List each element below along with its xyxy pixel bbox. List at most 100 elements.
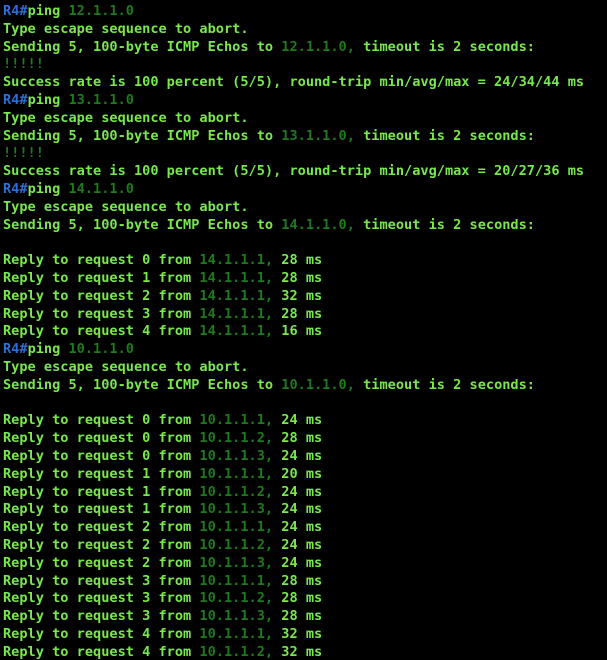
terminal-line: Reply to request 4 from 10.1.1.1, 32 ms [3, 626, 607, 644]
terminal-line: Type escape sequence to abort. [3, 199, 607, 217]
ip-address: 10.1.1.2, [199, 536, 274, 553]
output-text: 28 ms [273, 430, 323, 447]
ping-result-marks: !!!!! [3, 145, 607, 163]
terminal-line: Reply to request 3 from 10.1.1.3, 28 ms [3, 608, 607, 626]
output-text: timeout is 2 seconds: [354, 376, 535, 393]
output-text: Sending 5, 100-byte ICMP Echos to [3, 38, 282, 55]
terminal-line: Reply to request 2 from 10.1.1.2, 24 ms [3, 537, 607, 555]
ip-address: 14.1.1.1, [199, 305, 274, 322]
ip-address: 14.1.1.1, [199, 269, 274, 286]
terminal-line: Reply to request 4 from 10.1.1.2, 32 ms [3, 644, 607, 660]
terminal-line: Reply to request 2 from 14.1.1.1, 32 ms [3, 288, 607, 306]
output-text: 28 ms [273, 252, 323, 269]
output-text: 16 ms [273, 323, 323, 340]
terminal-line: Success rate is 100 percent (5/5), round… [3, 74, 607, 92]
output-text: 32 ms [273, 287, 323, 304]
terminal-line: Reply to request 3 from 10.1.1.2, 28 ms [3, 590, 607, 608]
terminal-line: Reply to request 3 from 10.1.1.1, 28 ms [3, 573, 607, 591]
ip-address: 10.1.1.0 [68, 341, 134, 358]
output-text: Type escape sequence to abort. [3, 198, 249, 215]
output-text: timeout is 2 seconds: [354, 216, 535, 233]
output-text: 24 ms [273, 412, 323, 429]
terminal-line: Reply to request 1 from 10.1.1.2, 24 ms [3, 484, 607, 502]
terminal-line: Type escape sequence to abort. [3, 110, 607, 128]
output-text: 24 ms [273, 554, 323, 571]
terminal-line: Reply to request 3 from 14.1.1.1, 28 ms [3, 306, 607, 324]
terminal-line: Sending 5, 100-byte ICMP Echos to 10.1.1… [3, 377, 607, 395]
output-text: Reply to request 3 from [3, 305, 200, 322]
ip-address: 14.1.1.0 [68, 180, 134, 197]
terminal-line: Reply to request 1 from 10.1.1.3, 24 ms [3, 501, 607, 519]
ip-address: 14.1.1.0, [281, 216, 355, 233]
output-text: Reply to request 2 from [3, 554, 200, 571]
terminal-line: Reply to request 1 from 10.1.1.1, 20 ms [3, 466, 607, 484]
command-line: R4#ping 10.1.1.0 [3, 341, 607, 359]
output-text: Type escape sequence to abort. [3, 109, 249, 126]
success-marks: !!!!! [3, 145, 44, 162]
terminal-line: Reply to request 2 from 10.1.1.1, 24 ms [3, 519, 607, 537]
terminal-line: Reply to request 0 from 14.1.1.1, 28 ms [3, 252, 607, 270]
ip-address: 10.1.1.1, [199, 519, 274, 536]
terminal-line: Reply to request 4 from 14.1.1.1, 16 ms [3, 323, 607, 341]
terminal-line: Reply to request 1 from 14.1.1.1, 28 ms [3, 270, 607, 288]
output-text: Reply to request 3 from [3, 608, 200, 625]
output-text: Reply to request 4 from [3, 625, 200, 642]
output-text: Sending 5, 100-byte ICMP Echos to [3, 127, 282, 144]
command-text: ping [27, 91, 69, 108]
ip-address: 13.1.1.0 [68, 91, 134, 108]
command-text: ping [27, 3, 69, 19]
output-text: 32 ms [273, 625, 323, 642]
output-text: Reply to request 0 from [3, 430, 200, 447]
terminal-line: Reply to request 0 from 10.1.1.3, 24 ms [3, 448, 607, 466]
output-text: 32 ms [273, 643, 323, 660]
ip-address: 14.1.1.1, [199, 323, 274, 340]
output-text: 24 ms [273, 536, 323, 553]
ip-address: 13.1.1.0, [281, 127, 355, 144]
output-text: Reply to request 1 from [3, 483, 200, 500]
command-text: ping [27, 341, 69, 358]
output-text: Reply to request 3 from [3, 590, 200, 607]
prompt: R4# [3, 180, 28, 197]
ping-result-marks: !!!!! [3, 56, 607, 74]
ip-address: 10.1.1.1, [199, 572, 274, 589]
output-text: 28 ms [273, 305, 323, 322]
output-text: Sending 5, 100-byte ICMP Echos to [3, 376, 282, 393]
output-text: Reply to request 4 from [3, 643, 200, 660]
output-text: Reply to request 0 from [3, 412, 200, 429]
output-text: 24 ms [273, 483, 323, 500]
terminal-line: Type escape sequence to abort. [3, 21, 607, 39]
terminal-line: Sending 5, 100-byte ICMP Echos to 13.1.1… [3, 128, 607, 146]
ip-address: 12.1.1.0 [68, 3, 134, 19]
output-text: 28 ms [273, 608, 323, 625]
ip-address: 10.1.1.1, [199, 412, 274, 429]
prompt: R4# [3, 91, 28, 108]
output-text: timeout is 2 seconds: [354, 127, 535, 144]
output-text: Reply to request 4 from [3, 323, 200, 340]
output-text: Reply to request 1 from [3, 501, 200, 518]
success-marks: !!!!! [3, 56, 44, 73]
output-text: Reply to request 1 from [3, 465, 200, 482]
output-text: Reply to request 2 from [3, 536, 200, 553]
ip-address: 10.1.1.3, [199, 608, 274, 625]
ip-address: 14.1.1.1, [199, 252, 274, 269]
terminal-line: Reply to request 2 from 10.1.1.3, 24 ms [3, 555, 607, 573]
terminal-window[interactable]: R4#ping 12.1.1.0 Type escape sequence to … [0, 0, 607, 660]
terminal-line: Sending 5, 100-byte ICMP Echos to 14.1.1… [3, 217, 607, 235]
terminal-line: Type escape sequence to abort. [3, 359, 607, 377]
prompt: R4# [3, 3, 28, 19]
output-text: Success rate is 100 percent (5/5), round… [3, 163, 585, 180]
output-text: Reply to request 0 from [3, 447, 200, 464]
output-text: Reply to request 1 from [3, 269, 200, 286]
terminal-line: Reply to request 0 from 10.1.1.2, 28 ms [3, 430, 607, 448]
ip-address: 10.1.1.2, [199, 430, 274, 447]
prompt: R4# [3, 341, 28, 358]
output-text: 24 ms [273, 447, 323, 464]
output-text: Type escape sequence to abort. [3, 20, 249, 37]
output-text: Type escape sequence to abort. [3, 358, 249, 375]
ip-address: 10.1.1.3, [199, 554, 274, 571]
terminal-line: Reply to request 0 from 10.1.1.1, 24 ms [3, 412, 607, 430]
output-text: 28 ms [273, 590, 323, 607]
ip-address: 10.1.1.0, [281, 376, 355, 393]
ip-address: 10.1.1.2, [199, 643, 274, 660]
